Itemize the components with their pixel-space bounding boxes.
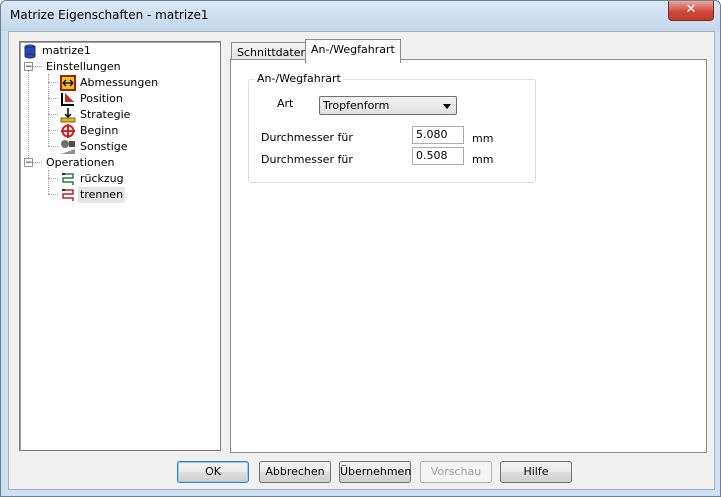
diameter1-label: Durchmesser für [261, 131, 353, 144]
tree-line [32, 66, 42, 67]
strategy-icon [60, 108, 76, 123]
tree-label: matrize1 [42, 44, 91, 57]
diameter1-unit: mm [472, 132, 494, 145]
cutting-toolpath-icon [62, 189, 74, 201]
approach-groupbox: An-/Wegfahrart Art Tropfenform Durchmess… [248, 72, 536, 183]
tree-line [48, 170, 49, 194]
art-selected-value: Tropfenform [323, 99, 390, 112]
tab-panel: An-/Wegfahrart Art Tropfenform Durchmess… [230, 59, 707, 453]
tree-line [32, 162, 42, 163]
chevron-down-icon [443, 104, 451, 109]
window-title: Matrize Eigenschaften - matrize1 [10, 8, 209, 22]
tree-line [48, 74, 49, 146]
tree-label: Einstellungen [46, 60, 121, 73]
preview-button: Vorschau [420, 461, 492, 483]
dialog-window: Matrize Eigenschaften - matrize1 ✕ matri… [0, 0, 721, 497]
tree-label: Abmessungen [80, 76, 159, 89]
tree-line [48, 82, 58, 83]
collapse-einstellungen-icon[interactable]: − [24, 62, 33, 72]
tree-label: Position [80, 92, 123, 105]
dimensions-icon [60, 75, 76, 91]
tree-label: Sonstige [80, 140, 128, 153]
help-button[interactable]: Hilfe [500, 461, 572, 483]
misc-shapes-icon [61, 140, 75, 154]
ok-button[interactable]: OK [177, 461, 249, 483]
tree-label: rückzug [80, 172, 124, 185]
art-label: Art [277, 97, 294, 110]
art-dropdown[interactable]: Tropfenform [319, 96, 457, 115]
tree-line [48, 98, 58, 99]
tree-line [48, 114, 58, 115]
diameter2-label: Durchmesser für [261, 153, 353, 166]
tree-label: trennen [78, 187, 126, 203]
collapse-operationen-icon[interactable]: − [24, 158, 33, 168]
tree-label: Operationen [46, 156, 115, 169]
tree-item-operationen[interactable]: Operationen [44, 155, 116, 171]
tree-line [48, 146, 58, 147]
tree-line [48, 178, 58, 179]
title-bar[interactable]: Matrize Eigenschaften - matrize1 ✕ [1, 1, 720, 31]
dialog-client-area: matrize1 − Einstellungen Abmessungen Pos… [8, 31, 715, 490]
close-button[interactable]: ✕ [668, 1, 714, 21]
cancel-button[interactable]: Abbrechen [259, 461, 331, 483]
tab-an-wegfahrart[interactable]: An-/Wegfahrart [305, 39, 401, 63]
group-title: An-/Wegfahrart [255, 72, 343, 85]
tree-item-einstellungen[interactable]: Einstellungen [44, 59, 123, 75]
tree-label: Strategie [80, 108, 131, 121]
tree-line [48, 194, 58, 195]
matrix-cylinder-icon [24, 44, 36, 59]
diameter1-input[interactable]: 5.080 [412, 126, 464, 144]
tree-label: Beginn [80, 124, 119, 137]
tree-line [48, 130, 58, 131]
diameter2-input[interactable]: 0.508 [412, 147, 464, 165]
start-crosshair-icon [61, 124, 75, 138]
diameter2-unit: mm [472, 153, 494, 166]
retract-toolpath-icon [62, 173, 74, 185]
position-icon [61, 93, 74, 106]
settings-tree[interactable]: matrize1 − Einstellungen Abmessungen Pos… [19, 41, 221, 451]
apply-button[interactable]: Übernehmen [339, 461, 411, 483]
tree-line [28, 64, 29, 164]
